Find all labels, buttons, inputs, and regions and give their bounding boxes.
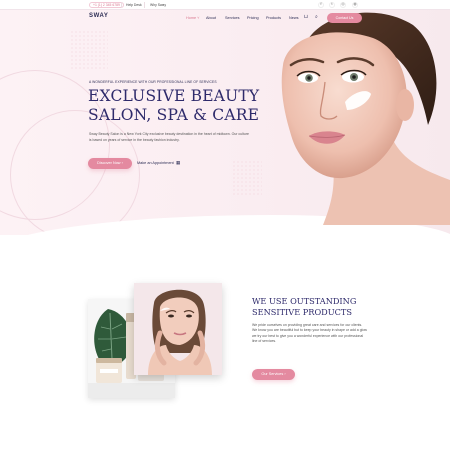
hero-title-line2: SALON, SPA & CARE — [88, 106, 260, 124]
feature-title-line2: SENSITIVE PRODUCTS — [252, 307, 352, 317]
model-image — [134, 283, 222, 375]
dot-pattern — [70, 30, 108, 70]
cart-icon[interactable]: ⊔ — [304, 15, 308, 20]
hero-description: Sway Beauty Salon is a New York City exc… — [89, 132, 249, 142]
dot-pattern — [232, 160, 262, 196]
hero-model-image — [263, 10, 450, 225]
divider — [144, 2, 145, 8]
nav-pricing[interactable]: Pricing — [247, 16, 259, 20]
discover-now-button[interactable]: Discover Now › — [88, 158, 132, 169]
feature-title-line1: WE USE OUTSTANDING — [252, 296, 357, 306]
why-sway-link[interactable]: Why Sway — [150, 2, 166, 8]
our-services-button[interactable]: Our Services › — [252, 369, 295, 380]
our-services-label: Our Services — [261, 372, 284, 376]
twitter-icon[interactable]: t — [329, 2, 335, 8]
nav-home-label: Home — [186, 16, 197, 20]
brand-logo[interactable]: SWAY — [89, 13, 109, 19]
hero-title-line1: EXCLUSIVE BEAUTY — [88, 87, 260, 105]
nav-about[interactable]: About — [206, 16, 216, 20]
arrow-right-icon: › — [284, 372, 286, 376]
make-appointment-link[interactable]: Make an Appointment — [137, 161, 174, 165]
facebook-icon[interactable]: f — [318, 2, 324, 8]
search-icon[interactable]: ⌕ — [315, 15, 318, 20]
phone-number[interactable]: +1 (1) 2 345 6789 — [89, 2, 124, 8]
hero-kicker: A WONDERFUL EXPERIENCE WITH OUR PROFESSI… — [89, 80, 217, 84]
calendar-icon[interactable]: ▦ — [176, 160, 180, 166]
nav-home[interactable]: Home ˅ — [186, 16, 199, 20]
discover-now-label: Discover Now — [97, 161, 121, 165]
chevron-down-icon: ˅ — [196, 16, 200, 20]
nav-products[interactable]: Products — [266, 16, 281, 20]
feature-description: We pride ourselves on providing great ca… — [252, 323, 367, 344]
contact-us-button[interactable]: Contact Us — [327, 13, 362, 23]
top-utility-bar: +1 (1) 2 345 6789 Help Desk Why Sway f t… — [0, 0, 450, 10]
nav-news[interactable]: News — [289, 16, 299, 20]
help-desk-link[interactable]: Help Desk — [126, 2, 142, 8]
nav-services[interactable]: Services — [225, 16, 240, 20]
globe-icon[interactable]: ◍ — [352, 2, 358, 8]
instagram-icon[interactable]: ◎ — [340, 2, 346, 8]
arrow-right-icon: › — [121, 161, 123, 165]
divider — [121, 2, 122, 8]
